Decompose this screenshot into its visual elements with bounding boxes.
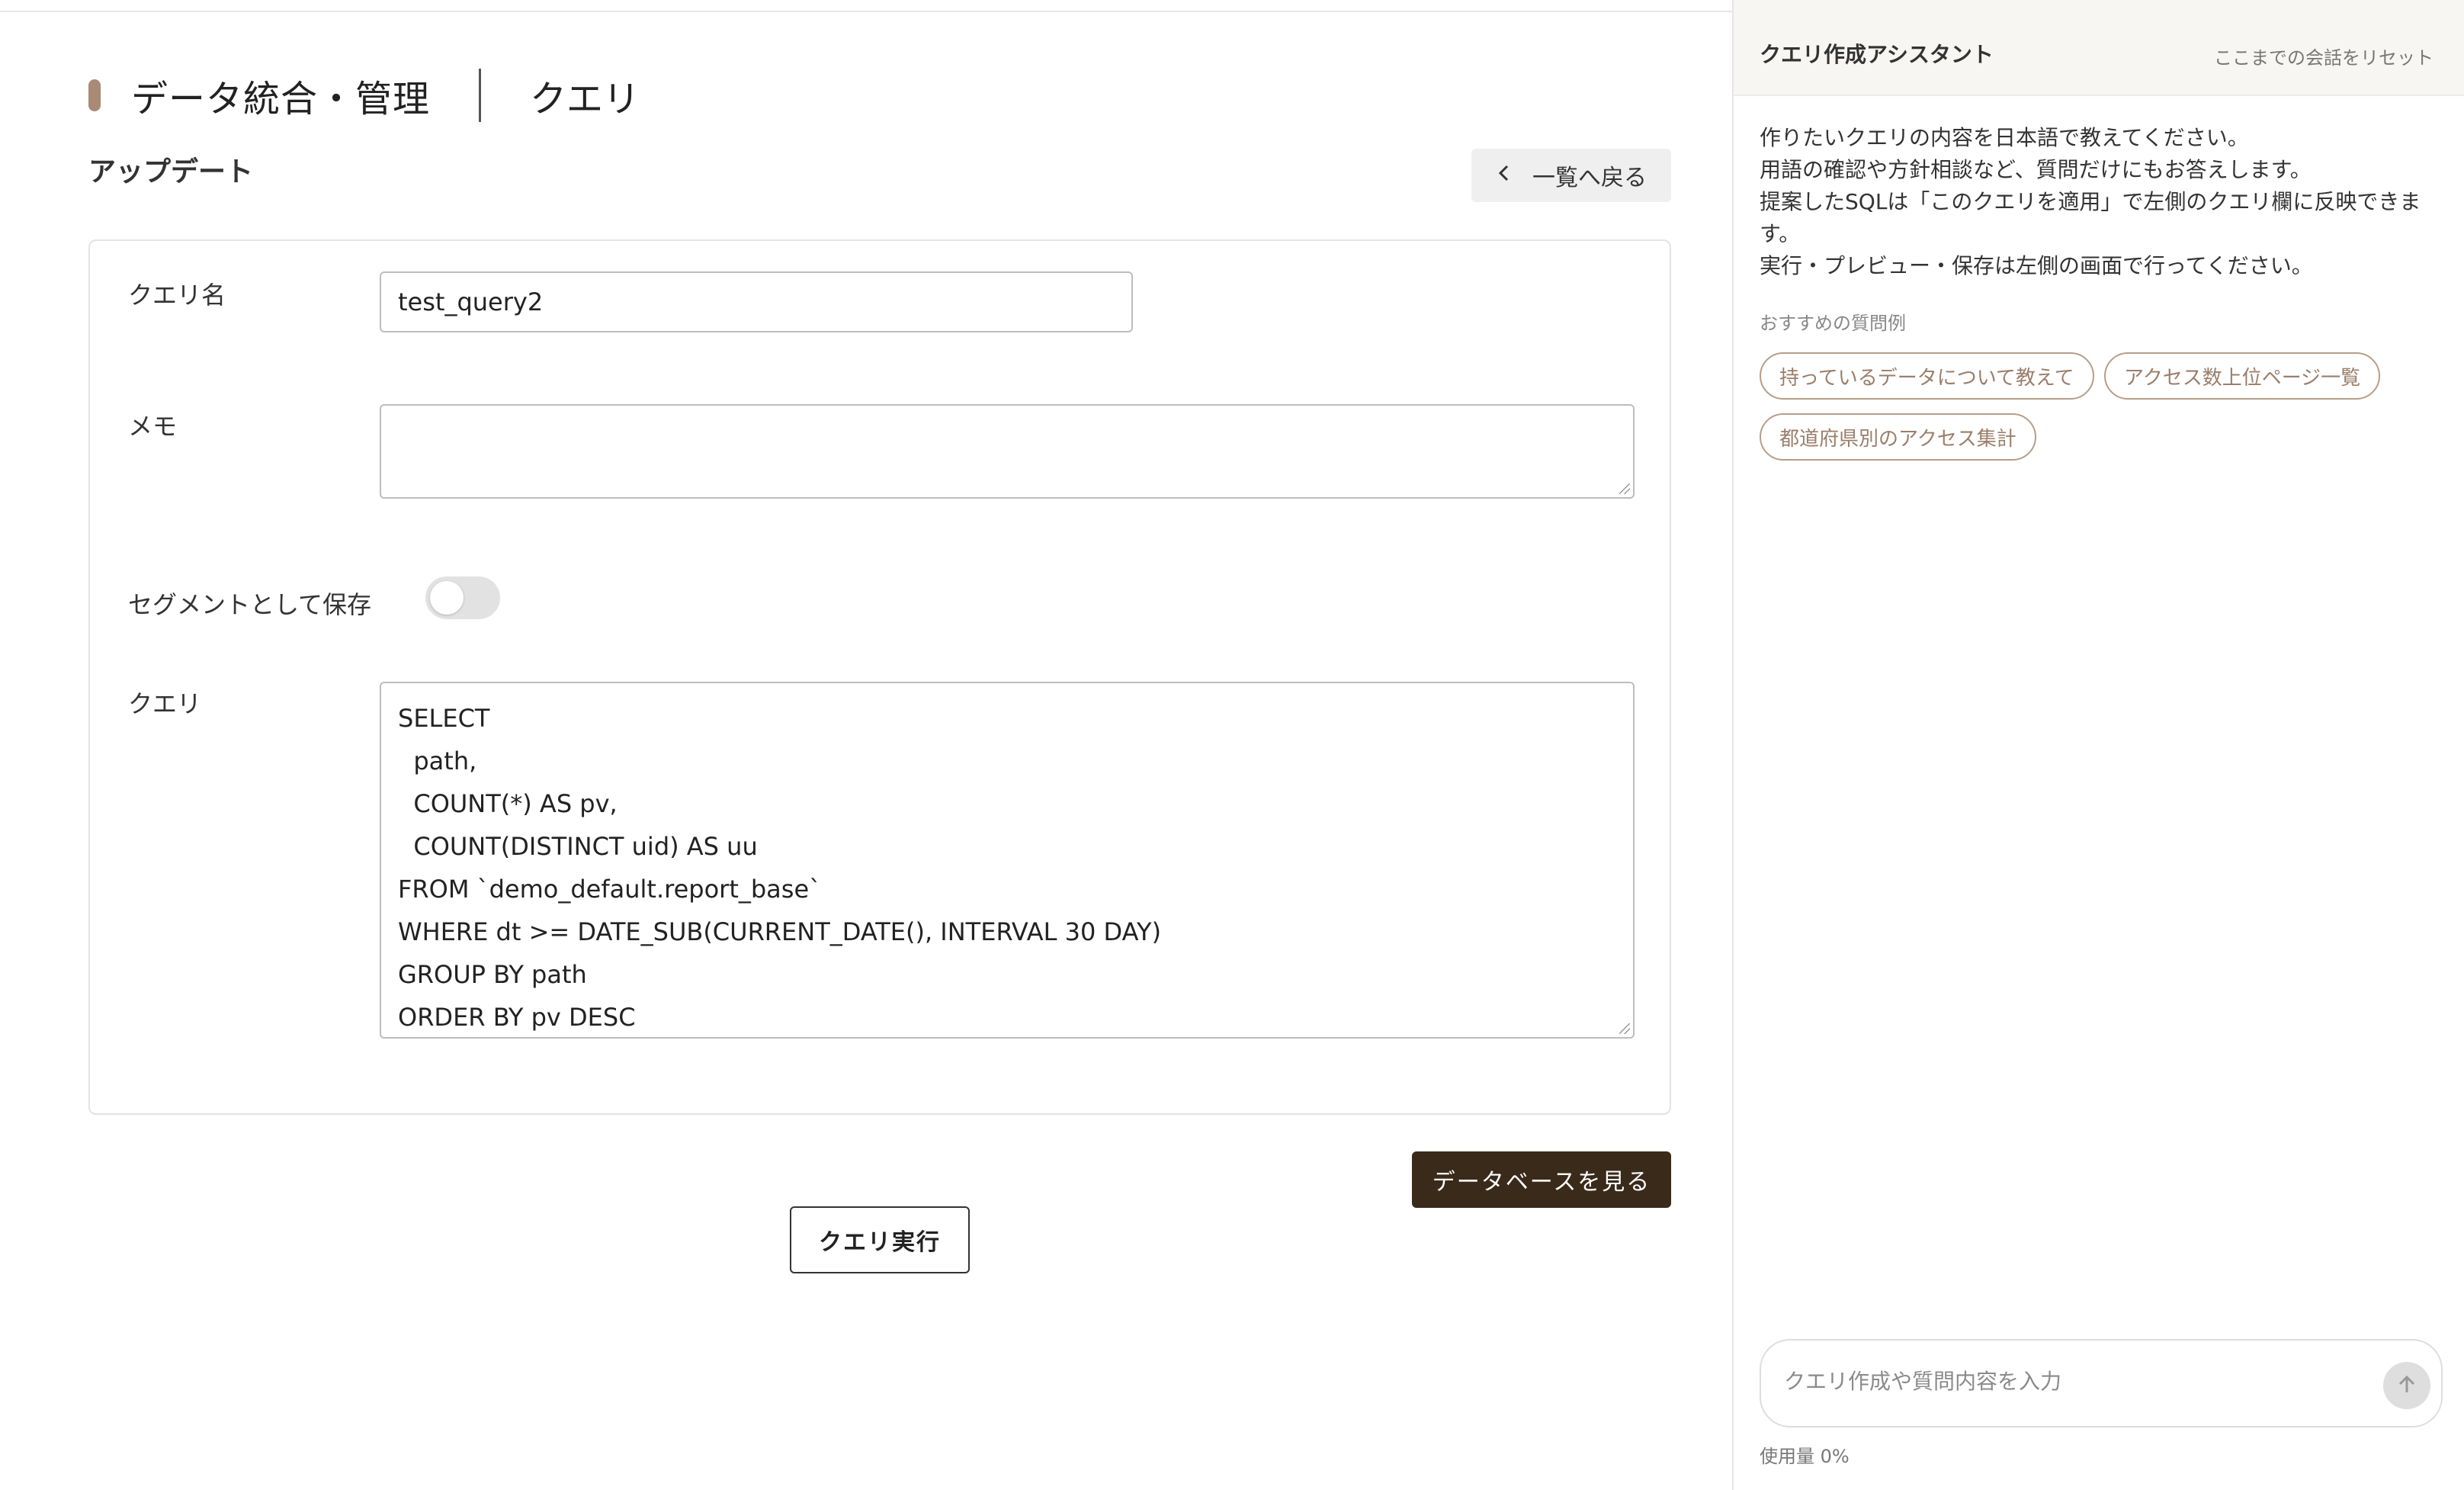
suggestion-chip[interactable]: アクセス数上位ページ一覧 — [2104, 352, 2381, 400]
page-title: データ統合・管理 — [131, 78, 431, 120]
segment-toggle[interactable] — [425, 576, 500, 619]
back-button-label: 一覧へ戻る — [1532, 165, 1647, 191]
intro-line: 提案したSQLは「このクエリを適用」で左側のクエリ欄に反映できま — [1760, 189, 2421, 214]
query-line: FROM `demo_default.report_base` — [398, 875, 822, 904]
query-line: COUNT(*) AS pv, — [398, 789, 618, 818]
chevron-left-icon — [1496, 162, 1513, 189]
title-accent-marker — [88, 79, 101, 111]
app-root: データ統合・管理 クエリ アップデート 一覧へ戻る クエリ名 メモ セグメントと… — [0, 0, 2464, 1490]
query-line: path, — [398, 747, 477, 776]
toggle-knob — [430, 581, 464, 615]
assistant-header: クエリ作成アシスタント ここまでの会話をリセット — [1734, 0, 2464, 96]
resize-handle[interactable] — [1619, 483, 1630, 494]
segment-label: セグメントとして保存 — [128, 590, 372, 619]
section-title: アップデート — [88, 156, 254, 188]
suggestions-label: おすすめの質問例 — [1760, 313, 1906, 334]
assistant-title: クエリ作成アシスタント — [1760, 42, 1994, 67]
intro-line: 実行・プレビュー・保存は左側の画面で行ってください。 — [1760, 253, 2313, 278]
arrow-up-icon — [2397, 1374, 2417, 1398]
query-assistant-panel: クエリ作成アシスタント ここまでの会話をリセット 作りたいクエリの内容を日本語で… — [1732, 0, 2464, 1490]
suggestion-chip[interactable]: 都道府県別のアクセス集計 — [1760, 413, 2036, 461]
query-line: ORDER BY pv DESC — [398, 1003, 636, 1032]
chat-input[interactable] — [1784, 1362, 2363, 1400]
query-line: GROUP BY path — [398, 960, 587, 989]
resize-handle[interactable] — [1619, 1023, 1630, 1034]
back-to-list-button[interactable]: 一覧へ戻る — [1471, 149, 1671, 202]
query-label: クエリ — [128, 689, 202, 718]
chat-input-container — [1760, 1339, 2443, 1427]
query-line: COUNT(DISTINCT uid) AS uu — [398, 832, 758, 861]
run-query-button[interactable]: クエリ実行 — [790, 1206, 970, 1273]
memo-label: メモ — [128, 412, 178, 441]
page-header: データ統合・管理 クエリ — [88, 69, 640, 122]
view-database-button[interactable]: データベースを見る — [1412, 1151, 1671, 1208]
main-content: データ統合・管理 クエリ アップデート 一覧へ戻る クエリ名 メモ セグメントと… — [0, 0, 1732, 1490]
assistant-intro-message: 作りたいクエリの内容を日本語で教えてください。 用語の確認や方針相談など、質問だ… — [1760, 122, 2430, 282]
title-divider — [479, 69, 482, 122]
page-subtitle: クエリ — [530, 78, 640, 120]
reset-conversation-link[interactable]: ここまでの会話をリセット — [2214, 43, 2434, 69]
query-line: WHERE dt >= DATE_SUB(CURRENT_DATE(), INT… — [398, 917, 1162, 946]
intro-line: す。 — [1760, 221, 1801, 246]
send-button[interactable] — [2383, 1362, 2430, 1409]
usage-indicator: 使用量 0% — [1760, 1446, 1850, 1467]
query-name-input[interactable] — [380, 271, 1133, 332]
query-textarea[interactable]: SELECT path, COUNT(*) AS pv, COUNT(DISTI… — [380, 682, 1635, 1039]
suggestion-chip[interactable]: 持っているデータについて教えて — [1760, 352, 2094, 400]
intro-line: 作りたいクエリの内容を日本語で教えてください。 — [1760, 125, 2249, 150]
query-line: SELECT — [398, 704, 490, 733]
memo-textarea[interactable] — [380, 404, 1635, 499]
intro-line: 用語の確認や方針相談など、質問だけにもお答えします。 — [1760, 157, 2312, 182]
query-form-card: クエリ名 メモ セグメントとして保存 クエリ SELECT path, COUN… — [88, 239, 1671, 1115]
query-name-label: クエリ名 — [128, 281, 226, 310]
